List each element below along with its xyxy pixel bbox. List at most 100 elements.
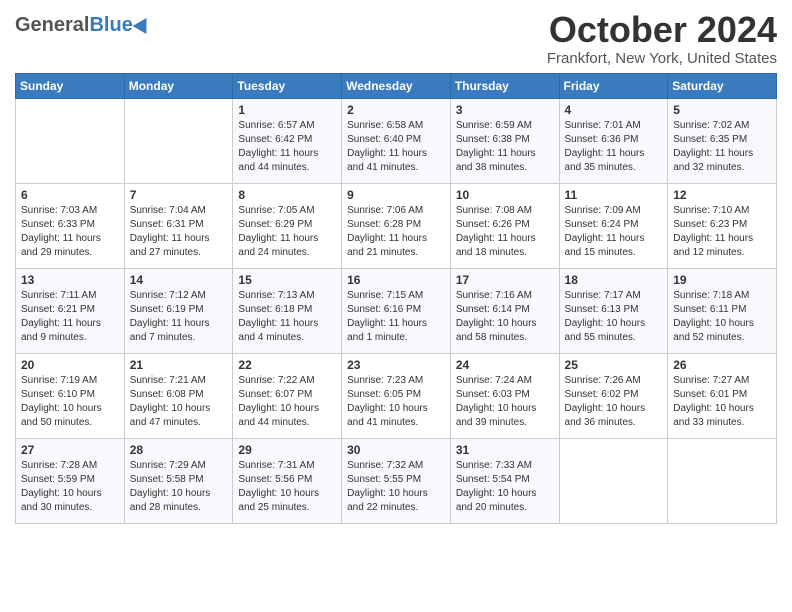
calendar-cell: 10 Sunrise: 7:08 AM Sunset: 6:26 PM Dayli… <box>450 183 559 268</box>
day-info: Sunrise: 7:12 AM Sunset: 6:19 PM Dayligh… <box>130 289 228 345</box>
day-number: 16 <box>347 273 445 287</box>
day-info: Sunrise: 7:24 AM Sunset: 6:03 PM Dayligh… <box>456 374 554 430</box>
day-info: Sunrise: 7:04 AM Sunset: 6:31 PM Dayligh… <box>130 204 228 260</box>
logo-general-text: General <box>15 14 89 37</box>
calendar-cell: 23 Sunrise: 7:23 AM Sunset: 6:05 PM Dayli… <box>342 353 451 438</box>
day-number: 23 <box>347 358 445 372</box>
calendar-cell: 31 Sunrise: 7:33 AM Sunset: 5:54 PM Dayli… <box>450 438 559 523</box>
day-info: Sunrise: 7:15 AM Sunset: 6:16 PM Dayligh… <box>347 289 445 345</box>
day-info: Sunrise: 7:02 AM Sunset: 6:35 PM Dayligh… <box>673 119 771 175</box>
calendar-cell: 6 Sunrise: 7:03 AM Sunset: 6:33 PM Daylig… <box>16 183 125 268</box>
day-info: Sunrise: 7:33 AM Sunset: 5:54 PM Dayligh… <box>456 459 554 515</box>
calendar-header-row: SundayMondayTuesdayWednesdayThursdayFrid… <box>16 73 777 98</box>
calendar-cell: 3 Sunrise: 6:59 AM Sunset: 6:38 PM Daylig… <box>450 98 559 183</box>
day-number: 2 <box>347 103 445 117</box>
calendar-cell: 15 Sunrise: 7:13 AM Sunset: 6:18 PM Dayli… <box>233 268 342 353</box>
day-number: 15 <box>238 273 336 287</box>
calendar-week-2: 6 Sunrise: 7:03 AM Sunset: 6:33 PM Daylig… <box>16 183 777 268</box>
day-info: Sunrise: 6:59 AM Sunset: 6:38 PM Dayligh… <box>456 119 554 175</box>
calendar-cell: 13Sunrise: 7:11 AM Sunset: 6:21 PM Dayli… <box>16 268 125 353</box>
calendar-cell: 24 Sunrise: 7:24 AM Sunset: 6:03 PM Dayli… <box>450 353 559 438</box>
day-number: 22 <box>238 358 336 372</box>
day-number: 21 <box>130 358 228 372</box>
location-subtitle: Frankfort, New York, United States <box>547 50 777 67</box>
day-number: 25 <box>565 358 663 372</box>
day-number: 3 <box>456 103 554 117</box>
day-number: 29 <box>238 443 336 457</box>
logo: General Blue <box>15 14 151 37</box>
day-info: Sunrise: 7:26 AM Sunset: 6:02 PM Dayligh… <box>565 374 663 430</box>
calendar-table: SundayMondayTuesdayWednesdayThursdayFrid… <box>15 73 777 524</box>
day-info: Sunrise: 7:28 AM Sunset: 5:59 PM Dayligh… <box>21 459 119 515</box>
calendar-cell: 16 Sunrise: 7:15 AM Sunset: 6:16 PM Dayli… <box>342 268 451 353</box>
column-header-saturday: Saturday <box>668 73 777 98</box>
calendar-week-3: 13Sunrise: 7:11 AM Sunset: 6:21 PM Dayli… <box>16 268 777 353</box>
calendar-week-5: 27 Sunrise: 7:28 AM Sunset: 5:59 PM Dayli… <box>16 438 777 523</box>
calendar-cell: 12 Sunrise: 7:10 AM Sunset: 6:23 PM Dayli… <box>668 183 777 268</box>
day-number: 12 <box>673 188 771 202</box>
calendar-cell: 19 Sunrise: 7:18 AM Sunset: 6:11 PM Dayli… <box>668 268 777 353</box>
calendar-cell: 30 Sunrise: 7:32 AM Sunset: 5:55 PM Dayli… <box>342 438 451 523</box>
day-number: 9 <box>347 188 445 202</box>
day-info: Sunrise: 7:18 AM Sunset: 6:11 PM Dayligh… <box>673 289 771 345</box>
calendar-week-1: 1 Sunrise: 6:57 AM Sunset: 6:42 PM Daylig… <box>16 98 777 183</box>
calendar-cell: 26Sunrise: 7:27 AM Sunset: 6:01 PM Dayli… <box>668 353 777 438</box>
day-number: 20 <box>21 358 119 372</box>
calendar-cell: 22 Sunrise: 7:22 AM Sunset: 6:07 PM Dayli… <box>233 353 342 438</box>
day-number: 27 <box>21 443 119 457</box>
day-number: 1 <box>238 103 336 117</box>
day-info: Sunrise: 6:57 AM Sunset: 6:42 PM Dayligh… <box>238 119 336 175</box>
day-number: 17 <box>456 273 554 287</box>
day-info: Sunrise: 7:16 AM Sunset: 6:14 PM Dayligh… <box>456 289 554 345</box>
calendar-body: 1 Sunrise: 6:57 AM Sunset: 6:42 PM Daylig… <box>16 98 777 523</box>
day-info: Sunrise: 7:32 AM Sunset: 5:55 PM Dayligh… <box>347 459 445 515</box>
day-number: 7 <box>130 188 228 202</box>
calendar-cell <box>124 98 233 183</box>
day-number: 13 <box>21 273 119 287</box>
day-info: Sunrise: 6:58 AM Sunset: 6:40 PM Dayligh… <box>347 119 445 175</box>
day-info: Sunrise: 7:08 AM Sunset: 6:26 PM Dayligh… <box>456 204 554 260</box>
calendar-cell: 14Sunrise: 7:12 AM Sunset: 6:19 PM Dayli… <box>124 268 233 353</box>
day-number: 28 <box>130 443 228 457</box>
day-info: Sunrise: 7:21 AM Sunset: 6:08 PM Dayligh… <box>130 374 228 430</box>
day-number: 24 <box>456 358 554 372</box>
day-info: Sunrise: 7:17 AM Sunset: 6:13 PM Dayligh… <box>565 289 663 345</box>
day-info: Sunrise: 7:09 AM Sunset: 6:24 PM Dayligh… <box>565 204 663 260</box>
column-header-sunday: Sunday <box>16 73 125 98</box>
column-header-monday: Monday <box>124 73 233 98</box>
day-number: 31 <box>456 443 554 457</box>
day-info: Sunrise: 7:06 AM Sunset: 6:28 PM Dayligh… <box>347 204 445 260</box>
day-number: 19 <box>673 273 771 287</box>
day-info: Sunrise: 7:22 AM Sunset: 6:07 PM Dayligh… <box>238 374 336 430</box>
calendar-cell: 1 Sunrise: 6:57 AM Sunset: 6:42 PM Daylig… <box>233 98 342 183</box>
page-header: General Blue October 2024 Frankfort, New… <box>15 10 777 67</box>
calendar-cell <box>559 438 668 523</box>
day-info: Sunrise: 7:31 AM Sunset: 5:56 PM Dayligh… <box>238 459 336 515</box>
day-info: Sunrise: 7:05 AM Sunset: 6:29 PM Dayligh… <box>238 204 336 260</box>
title-block: October 2024 Frankfort, New York, United… <box>547 10 777 67</box>
day-info: Sunrise: 7:10 AM Sunset: 6:23 PM Dayligh… <box>673 204 771 260</box>
day-number: 5 <box>673 103 771 117</box>
day-number: 10 <box>456 188 554 202</box>
calendar-cell: 9 Sunrise: 7:06 AM Sunset: 6:28 PM Daylig… <box>342 183 451 268</box>
calendar-cell: 11 Sunrise: 7:09 AM Sunset: 6:24 PM Dayli… <box>559 183 668 268</box>
column-header-thursday: Thursday <box>450 73 559 98</box>
day-number: 6 <box>21 188 119 202</box>
day-number: 26 <box>673 358 771 372</box>
calendar-cell: 18Sunrise: 7:17 AM Sunset: 6:13 PM Dayli… <box>559 268 668 353</box>
day-info: Sunrise: 7:13 AM Sunset: 6:18 PM Dayligh… <box>238 289 336 345</box>
day-number: 30 <box>347 443 445 457</box>
column-header-friday: Friday <box>559 73 668 98</box>
day-info: Sunrise: 7:01 AM Sunset: 6:36 PM Dayligh… <box>565 119 663 175</box>
calendar-cell: 5 Sunrise: 7:02 AM Sunset: 6:35 PM Daylig… <box>668 98 777 183</box>
month-title: October 2024 <box>547 10 777 50</box>
calendar-cell: 25 Sunrise: 7:26 AM Sunset: 6:02 PM Dayli… <box>559 353 668 438</box>
day-info: Sunrise: 7:19 AM Sunset: 6:10 PM Dayligh… <box>21 374 119 430</box>
day-info: Sunrise: 7:23 AM Sunset: 6:05 PM Dayligh… <box>347 374 445 430</box>
day-info: Sunrise: 7:29 AM Sunset: 5:58 PM Dayligh… <box>130 459 228 515</box>
day-info: Sunrise: 7:03 AM Sunset: 6:33 PM Dayligh… <box>21 204 119 260</box>
calendar-cell: 27 Sunrise: 7:28 AM Sunset: 5:59 PM Dayli… <box>16 438 125 523</box>
day-number: 11 <box>565 188 663 202</box>
column-header-tuesday: Tuesday <box>233 73 342 98</box>
logo-blue-text: Blue <box>89 14 132 37</box>
